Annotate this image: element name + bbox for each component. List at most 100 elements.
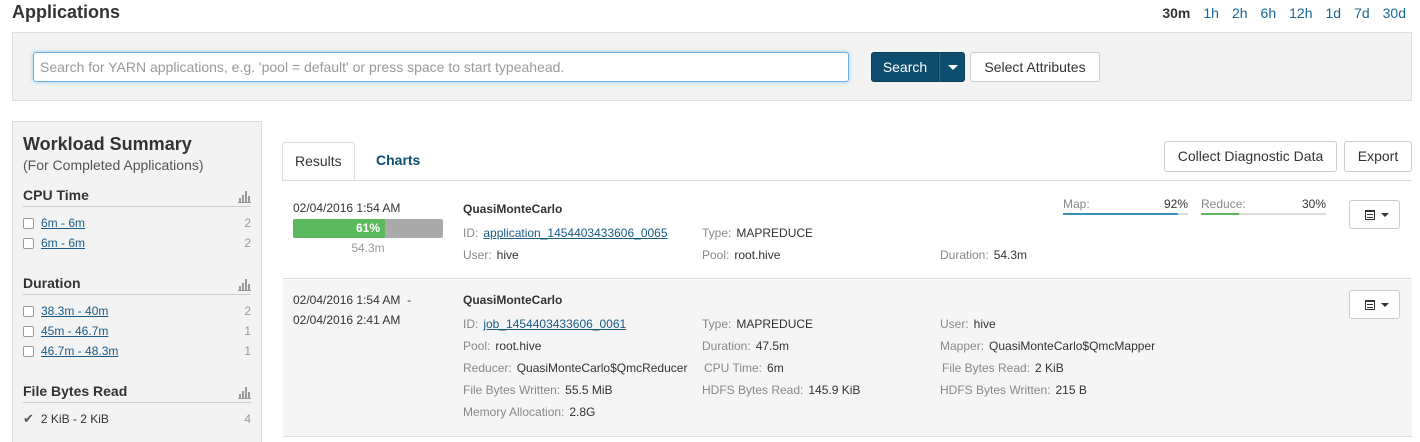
id-field: ID: application_1454403433606_0065 [463,226,668,240]
reduce-label: Reduce: [1201,197,1246,211]
hdfs-bytes-read-field: HDFS Bytes Read: 145.9 KiB [702,383,860,397]
job-id-link[interactable]: job_1454403433606_0061 [483,317,626,331]
time-range-30m[interactable]: 30m [1162,5,1190,21]
facet-link[interactable]: 6m - 6m [41,236,244,250]
facet-item: ✔ 2 KiB - 2 KiB 4 [23,409,251,429]
histogram-icon[interactable] [238,191,251,203]
search-input[interactable] [33,52,849,82]
facet-count: 2 [244,236,251,250]
application-row[interactable]: 02/04/2016 1:54 AM 61% 54.3m QuasiMonteC… [283,190,1412,279]
start-time: 02/04/2016 1:54 AM - [293,290,411,310]
list-icon [1365,300,1375,310]
application-id-link[interactable]: application_1454403433606_0065 [483,226,667,240]
tab-results[interactable]: Results [282,142,355,181]
workload-summary-title: Workload Summary [23,134,192,154]
export-button[interactable]: Export [1344,141,1412,172]
field-key: Type: [702,317,732,331]
field-key: File Bytes Written: [463,383,561,397]
time-range-2h[interactable]: 2h [1232,5,1248,21]
field-value: 55.5 MiB [565,383,613,397]
field-key: Memory Allocation: [463,405,565,419]
application-name: QuasiMonteCarlo [463,202,563,216]
facet-title: CPU Time [23,187,89,203]
field-key: ID: [463,226,479,240]
facet-label: 2 KiB - 2 KiB [40,412,109,426]
facet-item: 45m - 46.7m 1 [23,321,251,341]
field-key: User: [940,317,969,331]
facet-link[interactable]: 38.3m - 40m [41,304,244,318]
memory-allocation-field: Memory Allocation: 2.8G [463,405,595,419]
field-value: hive [496,248,519,262]
map-value: 92% [1163,197,1188,211]
facet-checkbox[interactable] [23,345,34,357]
time-range-1d[interactable]: 1d [1325,5,1341,21]
cpu-time-field: CPU Time: 6m [704,361,784,375]
field-key: Pool: [702,248,730,262]
facet-file-bytes-read: File Bytes Read ✔ 2 KiB - 2 KiB 4 [23,383,251,429]
histogram-icon[interactable] [238,387,251,399]
row-actions-button[interactable] [1349,290,1400,319]
reduce-fill [1201,213,1239,215]
reduce-track [1201,213,1326,215]
duration-field: Duration: 47.5m [702,339,789,353]
field-value: QuasiMonteCarlo$QmcMapper [989,339,1156,353]
facet-link[interactable]: 6m - 6m [41,216,244,230]
application-row[interactable]: 02/04/2016 1:54 AM - 02/04/2016 2:41 AM … [283,280,1412,437]
histogram-icon[interactable] [238,279,251,291]
facet-count: 2 [244,304,251,318]
facet-checkbox[interactable] [23,325,34,337]
checkmark-icon[interactable]: ✔ [23,411,34,427]
field-key: Reducer: [463,361,512,375]
tab-charts[interactable]: Charts [364,142,432,180]
caret-down-icon [1381,303,1389,307]
reducer-field: Reducer: QuasiMonteCarlo$QmcReducer [463,361,687,375]
duration-field: Duration: 54.3m [940,248,1027,262]
field-value: root.hive [734,248,781,262]
workload-summary-sidebar: Workload Summary (For Completed Applicat… [12,121,262,442]
facet-cpu-time: CPU Time 6m - 6m 2 6m - 6m 2 [23,187,251,253]
facet-title: File Bytes Read [23,383,128,399]
time-range-7d[interactable]: 7d [1354,5,1370,21]
search-dropdown-toggle[interactable] [939,52,965,82]
search-bar: Search Select Attributes [12,32,1412,101]
reduce-value: 30% [1301,197,1326,211]
facet-checkbox[interactable] [23,237,34,249]
field-key: Duration: [702,339,751,353]
time-range-1h[interactable]: 1h [1203,5,1219,21]
field-key: Mapper: [940,339,985,353]
field-value: MAPREDUCE [736,226,814,240]
field-value: hive [973,317,996,331]
facet-item: 46.7m - 48.3m 1 [23,341,251,361]
field-key: Pool: [463,339,491,353]
facet-checkbox[interactable] [23,305,34,317]
map-progress: Map: 92% [1063,197,1188,215]
start-time: 02/04/2016 1:54 AM [293,201,401,215]
page-title: Applications [12,2,121,22]
field-value: 54.3m [993,248,1028,262]
field-value: 47.5m [755,339,790,353]
row-actions-button[interactable] [1349,200,1400,229]
facet-count: 1 [244,324,251,338]
select-attributes-button[interactable]: Select Attributes [970,52,1100,82]
file-bytes-written-field: File Bytes Written: 55.5 MiB [463,383,613,397]
facet-checkbox[interactable] [23,217,34,229]
time-range-selector: 30m 1h 2h 6h 12h 1d 7d 30d [1162,5,1406,21]
collect-diagnostic-data-button[interactable]: Collect Diagnostic Data [1164,141,1337,172]
time-range-12h[interactable]: 12h [1289,5,1312,21]
facet-item: 38.3m - 40m 2 [23,301,251,321]
facet-link[interactable]: 45m - 46.7m [41,324,244,338]
field-value: 215 B [1055,383,1087,397]
field-key: ID: [463,317,479,331]
time-range-30d[interactable]: 30d [1383,5,1406,21]
progress-bar: 61% [293,219,443,238]
end-time: 02/04/2016 2:41 AM [293,313,401,327]
application-name: QuasiMonteCarlo [463,293,563,307]
workload-summary-subtitle: (For Completed Applications) [23,157,204,173]
field-key: HDFS Bytes Written: [940,383,1051,397]
field-value: QuasiMonteCarlo$QmcReducer [516,361,688,375]
facet-link[interactable]: 46.7m - 48.3m [41,344,244,358]
map-label: Map: [1063,197,1090,211]
progress-label: 61% [355,221,381,235]
time-range-6h[interactable]: 6h [1261,5,1277,21]
search-button[interactable]: Search [871,52,939,82]
